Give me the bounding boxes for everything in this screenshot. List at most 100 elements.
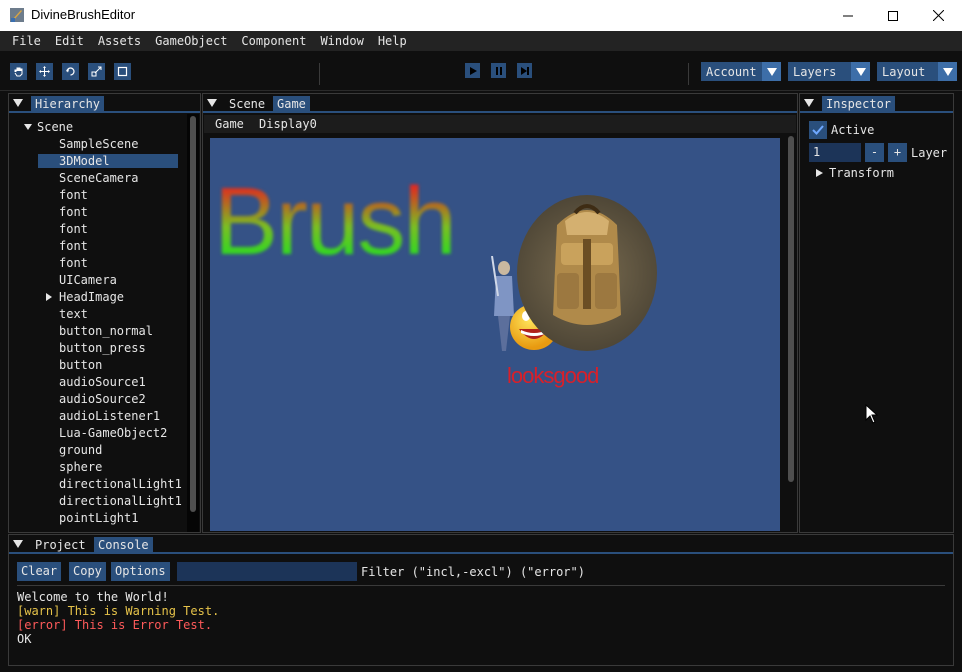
- menu-file[interactable]: File: [5, 31, 48, 51]
- tree-item[interactable]: SceneCamera: [59, 171, 138, 185]
- expand-arrow-icon[interactable]: [24, 123, 32, 131]
- chevron-down-icon: [938, 62, 957, 81]
- viewport-scrollbar[interactable]: [785, 134, 797, 532]
- tree-item[interactable]: ground: [59, 443, 102, 457]
- window-title: DivineBrushEditor: [31, 7, 136, 22]
- log-line-warn: [warn] This is Warning Test.: [17, 604, 220, 618]
- step-icon: [520, 66, 529, 75]
- tab-console[interactable]: Console: [94, 537, 153, 554]
- inspector-tabbar: Inspector: [800, 94, 953, 113]
- rotate-tool-button[interactable]: [62, 63, 79, 80]
- chevron-down-icon: [762, 62, 781, 81]
- tree-item[interactable]: audioSource1: [59, 375, 146, 389]
- tree-item[interactable]: button_normal: [59, 324, 153, 338]
- tree-item[interactable]: pointLight1: [59, 511, 138, 525]
- tree-item[interactable]: audioListener1: [59, 409, 160, 423]
- log-line-info: Welcome to the World!: [17, 590, 169, 604]
- account-dropdown[interactable]: Account: [701, 62, 781, 81]
- toolbar: Account Layers Layout: [0, 51, 962, 91]
- tab-project[interactable]: Project: [31, 537, 90, 554]
- move-tool-button[interactable]: [36, 63, 53, 80]
- filter-label: Filter ("incl,-excl") ("error"): [361, 565, 585, 579]
- hierarchy-scrollbar[interactable]: [187, 114, 199, 532]
- app-icon: [9, 7, 25, 23]
- layer-label: Layer: [911, 146, 948, 160]
- increment-button[interactable]: +: [888, 143, 907, 162]
- tree-item[interactable]: audioSource2: [59, 392, 146, 406]
- tab-game[interactable]: Game: [273, 96, 310, 113]
- tree-item[interactable]: Lua-GameObject2: [59, 426, 167, 440]
- tab-scene[interactable]: Scene: [225, 96, 269, 113]
- backpack-image: [517, 195, 657, 351]
- hand-tool-button[interactable]: [10, 63, 27, 80]
- tree-item[interactable]: 3DModel: [38, 154, 178, 168]
- console-panel: Project Console Clear Copy Options Filte…: [8, 534, 954, 666]
- toolbar-divider: [688, 63, 689, 85]
- tree-item[interactable]: font: [59, 239, 88, 253]
- scrollbar-thumb[interactable]: [190, 116, 196, 512]
- tree-item[interactable]: directionalLight1: [59, 494, 182, 508]
- scrollbar-thumb[interactable]: [788, 136, 794, 482]
- minimize-icon: [843, 15, 853, 16]
- tree-item[interactable]: sphere: [59, 460, 102, 474]
- layers-dropdown[interactable]: Layers: [788, 62, 870, 81]
- menu-bar: File Edit Assets GameObject Component Wi…: [0, 31, 962, 51]
- tree-item[interactable]: font: [59, 205, 88, 219]
- hand-icon: [14, 67, 23, 77]
- tree-item[interactable]: directionalLight1: [59, 477, 182, 491]
- tree-item[interactable]: font: [59, 188, 88, 202]
- layer-number-field[interactable]: 1: [809, 143, 861, 162]
- menu-edit[interactable]: Edit: [48, 31, 91, 51]
- tree-item[interactable]: font: [59, 256, 88, 270]
- mouse-cursor-icon: [865, 404, 879, 424]
- account-dropdown-label: Account: [706, 64, 757, 79]
- tree-item[interactable]: SampleScene: [59, 137, 138, 151]
- menu-gameobject[interactable]: GameObject: [148, 31, 234, 51]
- tree-item[interactable]: font: [59, 222, 88, 236]
- collapse-icon[interactable]: [804, 98, 814, 108]
- options-button[interactable]: Options: [111, 562, 170, 581]
- move-icon: [39, 66, 50, 77]
- tree-item[interactable]: UICamera: [59, 273, 117, 287]
- collapse-icon[interactable]: [207, 98, 217, 108]
- step-button[interactable]: [517, 63, 532, 78]
- expand-arrow-icon[interactable]: [816, 169, 823, 177]
- layout-dropdown[interactable]: Layout: [877, 62, 957, 81]
- active-checkbox[interactable]: [809, 121, 827, 139]
- rect-tool-button[interactable]: [114, 63, 131, 80]
- game-view-label: Game: [215, 117, 244, 131]
- title-bar: DivineBrushEditor: [0, 0, 962, 31]
- menu-help[interactable]: Help: [371, 31, 414, 51]
- hierarchy-panel: Hierarchy Scene SampleScene 3DModel SceneCa…: [8, 93, 201, 533]
- menu-window[interactable]: Window: [313, 31, 370, 51]
- pause-button[interactable]: [491, 63, 506, 78]
- log-line-info: OK: [17, 632, 32, 646]
- tree-item[interactable]: text: [59, 307, 88, 321]
- filter-input[interactable]: [177, 562, 357, 581]
- display-selector[interactable]: Display0: [259, 117, 317, 131]
- tree-item[interactable]: button_press: [59, 341, 146, 355]
- play-icon: [469, 66, 477, 75]
- close-button[interactable]: [915, 0, 961, 31]
- clear-button[interactable]: Clear: [17, 562, 62, 581]
- tree-item[interactable]: button: [59, 358, 102, 372]
- maximize-button[interactable]: [870, 0, 916, 31]
- tree-item[interactable]: HeadImage: [59, 290, 124, 304]
- collapsed-arrow-icon[interactable]: [45, 293, 53, 301]
- collapse-icon[interactable]: [13, 539, 23, 549]
- game-viewport[interactable]: Brush looksgood: [210, 138, 780, 531]
- copy-button[interactable]: Copy: [69, 562, 106, 581]
- menu-assets[interactable]: Assets: [91, 31, 148, 51]
- rotate-icon: [66, 67, 75, 76]
- console-tabbar: Project Console: [9, 535, 953, 554]
- tab-inspector[interactable]: Inspector: [822, 96, 896, 113]
- chevron-down-icon: [851, 62, 870, 81]
- menu-component[interactable]: Component: [234, 31, 313, 51]
- scale-tool-button[interactable]: [88, 63, 105, 80]
- layout-dropdown-label: Layout: [882, 64, 926, 79]
- transform-section-label[interactable]: Transform: [829, 166, 894, 180]
- play-button[interactable]: [465, 63, 480, 78]
- tree-root-scene[interactable]: Scene: [37, 120, 73, 134]
- minimize-button[interactable]: [825, 0, 871, 31]
- decrement-button[interactable]: -: [865, 143, 884, 162]
